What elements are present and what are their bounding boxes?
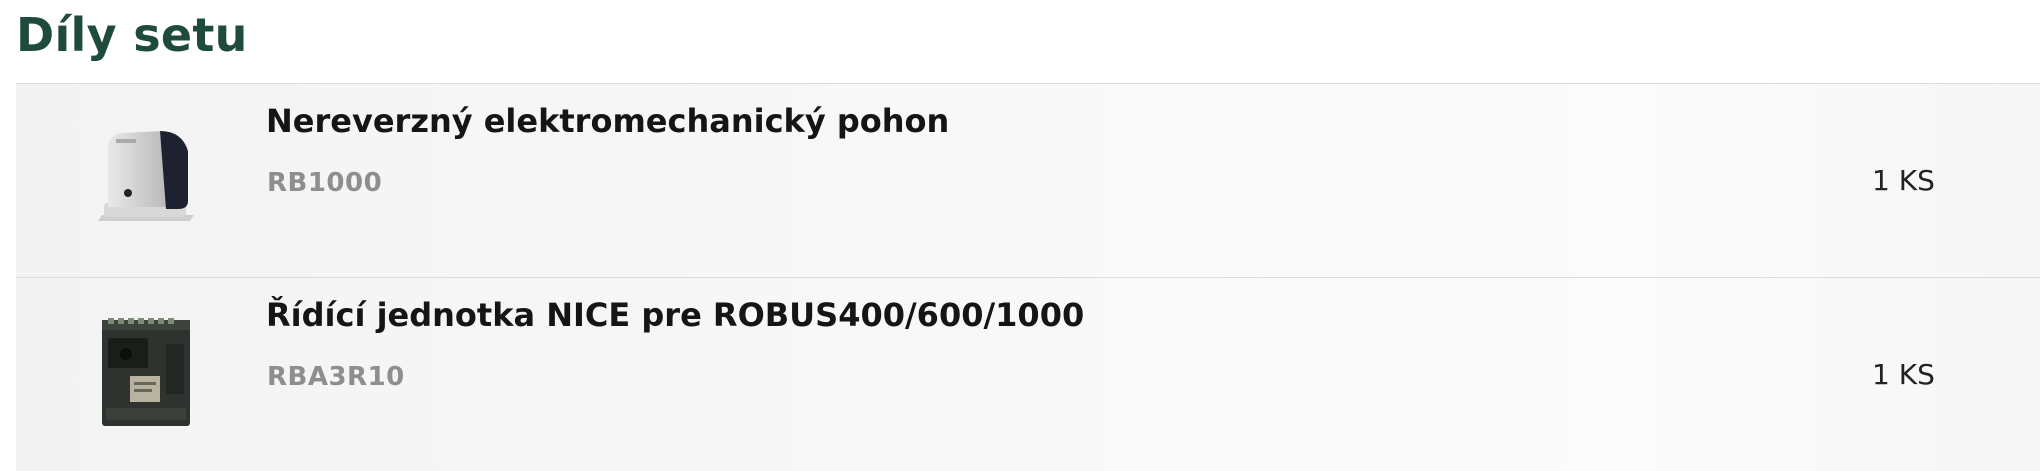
list-item: Řídící jednotka NICE pre ROBUS400/600/10… xyxy=(16,277,2040,471)
control-board-icon xyxy=(102,318,190,426)
product-image[interactable] xyxy=(76,119,216,239)
item-code: RB1000 xyxy=(267,168,383,198)
section-title: Díly setu xyxy=(16,8,248,62)
gate-motor-icon xyxy=(98,131,194,221)
set-parts-list: Nereverzný elektromechanický pohon RB100… xyxy=(16,83,2040,471)
product-image[interactable] xyxy=(76,313,216,433)
list-item: Nereverzný elektromechanický pohon RB100… xyxy=(16,83,2040,277)
item-quantity: 1 KS xyxy=(1872,358,1935,391)
item-name[interactable]: Řídící jednotka NICE pre ROBUS400/600/10… xyxy=(266,296,1084,334)
item-quantity: 1 KS xyxy=(1872,164,1935,197)
item-name[interactable]: Nereverzný elektromechanický pohon xyxy=(266,102,949,140)
item-code: RBA3R10 xyxy=(267,362,405,392)
